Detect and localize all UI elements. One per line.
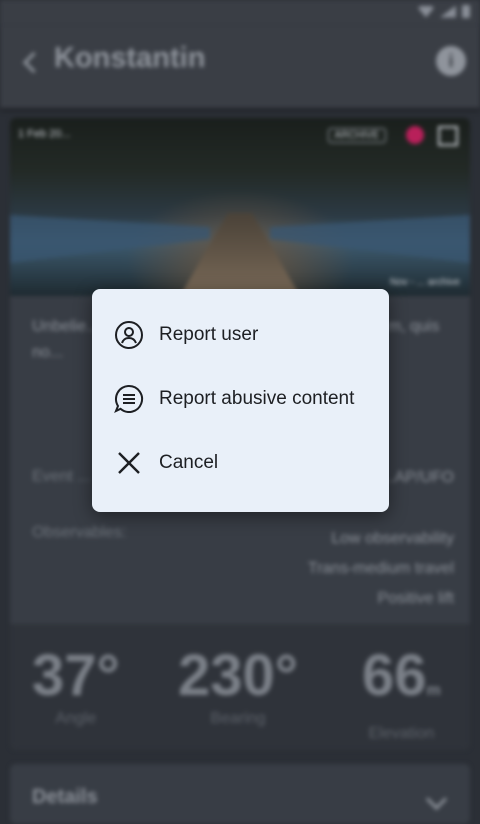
observable-item: Low observability — [331, 530, 454, 547]
chat-bubble-lines-icon — [114, 384, 144, 414]
app-bar: Konstantin i — [0, 26, 480, 108]
back-arrow-icon[interactable] — [20, 52, 40, 72]
cancel-label: Cancel — [159, 452, 219, 473]
stats-panel: 37° Angle 230° Bearing 66m Elevation — [10, 624, 470, 750]
observable-item: Trans-medium travel — [307, 560, 454, 577]
status-bar — [0, 0, 480, 26]
stat-label: Bearing — [210, 710, 266, 727]
event-label: Event ... — [32, 468, 91, 485]
close-icon — [114, 448, 144, 478]
photo-railing-right — [270, 215, 470, 263]
observables-values: Low observability Trans-medium travel Po… — [308, 524, 454, 614]
record-icon — [406, 126, 424, 144]
photo-badge: ARCHIVE — [327, 128, 386, 143]
report-user-item[interactable]: Report user — [92, 303, 389, 367]
report-menu-dialog: Report user Report abusive content Cance… — [92, 289, 389, 512]
signal-icon — [440, 5, 456, 18]
stat-label: Elevation — [368, 725, 435, 742]
details-title: Details — [32, 786, 98, 808]
observable-item: Positive lift — [377, 590, 454, 607]
status-icons — [418, 5, 470, 18]
cancel-item[interactable]: Cancel — [92, 431, 389, 495]
photo-date: 1 Feb 20... — [18, 128, 71, 140]
battery-icon — [462, 5, 470, 18]
stat-elevation: 66m Elevation — [362, 646, 441, 743]
stat-label: Angle — [55, 710, 97, 727]
stat-unit: m — [426, 682, 441, 699]
person-circle-icon — [114, 320, 144, 350]
page-title: Konstantin — [54, 42, 206, 74]
details-card[interactable]: Details — [10, 764, 470, 824]
stat-value-wrap: 66m — [362, 646, 441, 721]
fullscreen-icon[interactable] — [438, 126, 458, 146]
report-abusive-content-label: Report abusive content — [159, 388, 355, 409]
stat-value: 37° — [32, 643, 120, 708]
observables-row: Observables: Low observability Trans-med… — [32, 524, 454, 607]
event-value: ...AP/UFO — [381, 469, 454, 486]
info-icon[interactable]: i — [436, 46, 466, 76]
sighting-photo[interactable]: 1 Feb 20... ARCHIVE Nov - ... archive — [10, 118, 470, 296]
stat-value: 66 — [362, 643, 427, 708]
stat-value: 230° — [178, 643, 298, 708]
stat-angle: 37° Angle — [32, 646, 120, 728]
observables-label: Observables: — [32, 524, 127, 541]
report-user-label: Report user — [159, 324, 259, 345]
photo-bridge — [180, 213, 300, 296]
stat-bearing: 230° Bearing — [178, 646, 298, 728]
wifi-icon — [418, 5, 434, 18]
photo-railing-left — [10, 215, 210, 263]
photo-credit: Nov - ... archive — [389, 277, 460, 288]
report-abusive-content-item[interactable]: Report abusive content — [92, 367, 389, 431]
